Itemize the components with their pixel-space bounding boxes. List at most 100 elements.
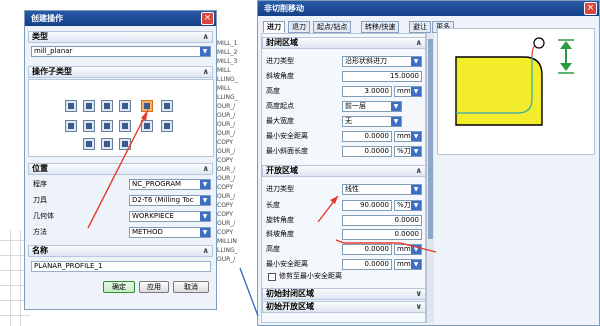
collapse-icon[interactable]: ∧	[416, 166, 423, 176]
chevron-down-icon[interactable]: ▼	[391, 102, 401, 111]
chevron-down-icon[interactable]: ▼	[200, 228, 210, 237]
collapse-icon[interactable]: ∧	[203, 246, 210, 256]
method-select[interactable]: METHOD ▼	[129, 227, 211, 238]
name-input[interactable]: PLANAR_PROFILE_1	[31, 261, 211, 272]
planar-mill-icon[interactable]	[101, 100, 113, 112]
closed-min-clearance-unit-select[interactable]: mm ▼	[394, 131, 422, 142]
trim-to-min-clearance-checkbox[interactable]	[268, 273, 276, 281]
type-select[interactable]: mill_planar ▼	[31, 46, 211, 57]
open-min-clearance-unit-select[interactable]: mm ▼	[394, 259, 422, 270]
mill-user-icon[interactable]	[101, 138, 113, 150]
open-rotate-input[interactable]: 0.0000	[342, 215, 422, 226]
operation-list-item[interactable]: OUR_/	[217, 256, 247, 264]
operation-list-item[interactable]: MILL_1	[217, 40, 247, 48]
close-icon[interactable]: ×	[201, 12, 214, 25]
operation-list-item[interactable]: MILL	[217, 67, 247, 75]
closed-ramp-angle-input[interactable]: 15.0000	[342, 71, 422, 82]
planar-text-icon[interactable]	[161, 120, 173, 132]
closed-min-clearance-input[interactable]: 0.0000	[342, 131, 392, 142]
program-select[interactable]: NC_PROGRAM ▼	[129, 179, 211, 190]
expand-icon[interactable]: ∨	[416, 302, 423, 312]
chevron-down-icon[interactable]: ▼	[411, 87, 421, 96]
operation-list-item[interactable]: OUR_/	[217, 166, 247, 174]
chevron-down-icon[interactable]: ▼	[200, 180, 210, 189]
chevron-down-icon[interactable]: ▼	[200, 196, 210, 205]
initial-open-section[interactable]: 初始开放区域 ∨	[262, 301, 426, 313]
hole-milling-icon[interactable]	[119, 120, 131, 132]
operation-list-item[interactable]: COPY	[217, 139, 247, 147]
cancel-button[interactable]: 取消	[173, 281, 209, 293]
operation-list-item[interactable]: LLING_	[217, 247, 247, 255]
settings-scrollbar[interactable]	[426, 33, 434, 323]
closed-max-width-select[interactable]: 无 ▼	[342, 116, 402, 127]
subtype-section[interactable]: 操作子类型 ∧	[28, 66, 213, 78]
closed-height-unit-select[interactable]: mm ▼	[394, 86, 422, 97]
chevron-down-icon[interactable]: ▼	[411, 132, 421, 141]
chevron-down-icon[interactable]: ▼	[200, 212, 210, 221]
close-icon[interactable]: ×	[584, 2, 597, 15]
operation-list-item[interactable]: OUR_/	[217, 193, 247, 201]
chevron-down-icon[interactable]: ▼	[411, 260, 421, 269]
tab-2[interactable]: 起点/钻点	[313, 21, 352, 33]
chevron-down-icon[interactable]: ▼	[411, 147, 421, 156]
closed-height-input[interactable]: 3.0000	[342, 86, 392, 97]
operation-list-item[interactable]: OUR_/	[217, 112, 247, 120]
operation-list-item[interactable]: OUR_/	[217, 220, 247, 228]
chevron-down-icon[interactable]: ▼	[391, 117, 401, 126]
chevron-down-icon[interactable]: ▼	[411, 57, 421, 66]
expand-icon[interactable]: ∨	[416, 289, 423, 299]
initial-closed-section[interactable]: 初始封闭区域 ∨	[262, 288, 426, 300]
open-engage-type-select[interactable]: 线性 ▼	[342, 184, 422, 195]
open-length-unit-select[interactable]: %刀具 ▼	[394, 200, 422, 211]
chevron-down-icon[interactable]: ▼	[411, 201, 421, 210]
operation-list-item[interactable]: OUR_/	[217, 175, 247, 183]
tool-select[interactable]: D2-T6 (Milling Toc ▼	[129, 195, 211, 206]
clean-up-corners-icon[interactable]	[161, 100, 173, 112]
finish-floor-icon[interactable]	[83, 120, 95, 132]
open-length-input[interactable]: 90.0000	[342, 200, 392, 211]
open-min-clearance-input[interactable]: 0.0000	[342, 259, 392, 270]
closed-engage-type-select[interactable]: 沿形状斜进刀 ▼	[342, 56, 422, 67]
operation-list-item[interactable]: COPY	[217, 184, 247, 192]
open-area-section[interactable]: 开放区域 ∧	[262, 165, 426, 177]
chevron-down-icon[interactable]: ▼	[411, 245, 421, 254]
open-ramp-input[interactable]: 0.0000	[342, 229, 422, 240]
selected-planar-profile-icon[interactable]	[141, 100, 153, 112]
collapse-icon[interactable]: ∧	[203, 164, 210, 174]
chevron-down-icon[interactable]: ▼	[411, 185, 421, 194]
type-section[interactable]: 类型 ∧	[28, 31, 213, 43]
operation-list-item[interactable]: COPY	[217, 202, 247, 210]
operation-list-item[interactable]: MILL_3	[217, 58, 247, 66]
operation-list-item[interactable]: OUR_/	[217, 121, 247, 129]
operation-list-item[interactable]: LLING_	[217, 94, 247, 102]
tool-path-icon[interactable]	[119, 138, 131, 150]
closed-min-ramp-unit-select[interactable]: %刀具 ▼	[394, 146, 422, 157]
operation-list-item[interactable]: COPY	[217, 157, 247, 165]
collapse-icon[interactable]: ∧	[416, 38, 423, 48]
name-section[interactable]: 名称 ∧	[28, 245, 213, 257]
operation-list-item[interactable]: COPY	[217, 229, 247, 237]
closed-height-start-select[interactable]: 前一层 ▼	[342, 101, 402, 112]
operation-list-item[interactable]: LLING_	[217, 76, 247, 84]
thread-milling-icon[interactable]	[141, 120, 153, 132]
open-height-input[interactable]: 0.0000	[342, 244, 392, 255]
operation-list-item[interactable]: OUR_/	[217, 103, 247, 111]
planar-profile-icon[interactable]	[119, 100, 131, 112]
operation-list-item[interactable]: OUR_/	[217, 148, 247, 156]
groove-milling-icon[interactable]	[101, 120, 113, 132]
apply-button[interactable]: 应用	[139, 281, 169, 293]
tab-1[interactable]: 退刀	[288, 21, 310, 33]
operation-list-item[interactable]: MILL_2	[217, 49, 247, 57]
tab-3[interactable]: 转移/快速	[361, 21, 400, 33]
finish-walls-icon[interactable]	[65, 120, 77, 132]
face-mill-icon[interactable]	[65, 100, 77, 112]
chevron-down-icon[interactable]: ▼	[200, 47, 210, 56]
scrollbar-thumb[interactable]	[428, 39, 433, 239]
collapse-icon[interactable]: ∧	[203, 67, 210, 77]
tab-0[interactable]: 进刀	[263, 21, 285, 33]
tab-4[interactable]: 避让	[409, 21, 431, 33]
ok-button[interactable]: 确定	[103, 281, 135, 293]
closed-area-section[interactable]: 封闭区域 ∧	[262, 37, 426, 49]
closed-min-ramp-input[interactable]: 0.0000	[342, 146, 392, 157]
operation-list-item[interactable]: MILL	[217, 85, 247, 93]
